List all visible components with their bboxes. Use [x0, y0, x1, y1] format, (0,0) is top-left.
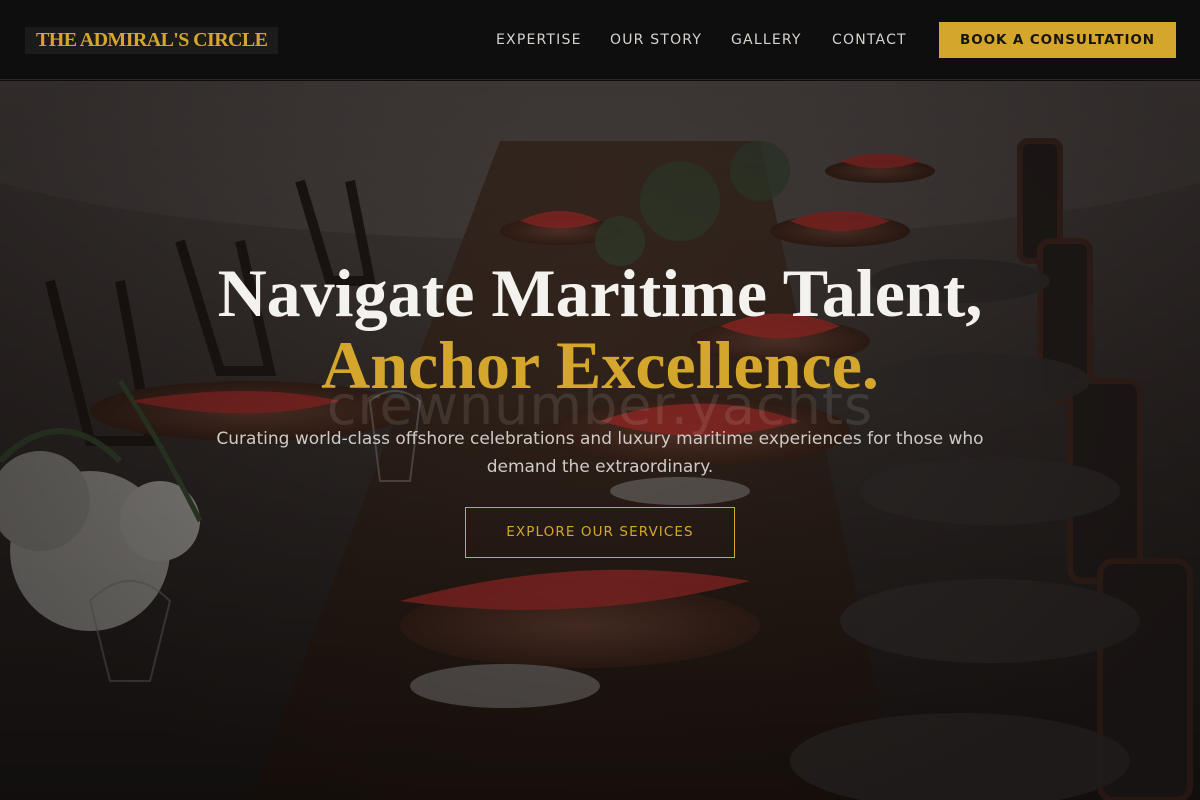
site-header: THE ADMIRAL'S CIRCLE EXPERTISE OUR STORY… — [0, 0, 1200, 80]
nav-link-expertise[interactable]: EXPERTISE — [496, 31, 582, 49]
hero-headline-line1: Navigate Maritime Talent, — [217, 255, 983, 331]
explore-services-button[interactable]: EXPLORE OUR SERVICES — [465, 507, 735, 558]
nav-link-contact[interactable]: CONTACT — [832, 31, 907, 49]
nav-link-our-story[interactable]: OUR STORY — [610, 31, 702, 49]
hero-subtitle: Curating world-class offshore celebratio… — [216, 429, 984, 477]
nav-link-gallery[interactable]: GALLERY — [731, 31, 802, 49]
book-consultation-button[interactable]: BOOK A CONSULTATION — [939, 22, 1176, 58]
hero-headline-line2: Anchor Excellence. — [321, 327, 879, 403]
hero-section: crewnumber.yachts Navigate Maritime Tale… — [0, 81, 1200, 800]
